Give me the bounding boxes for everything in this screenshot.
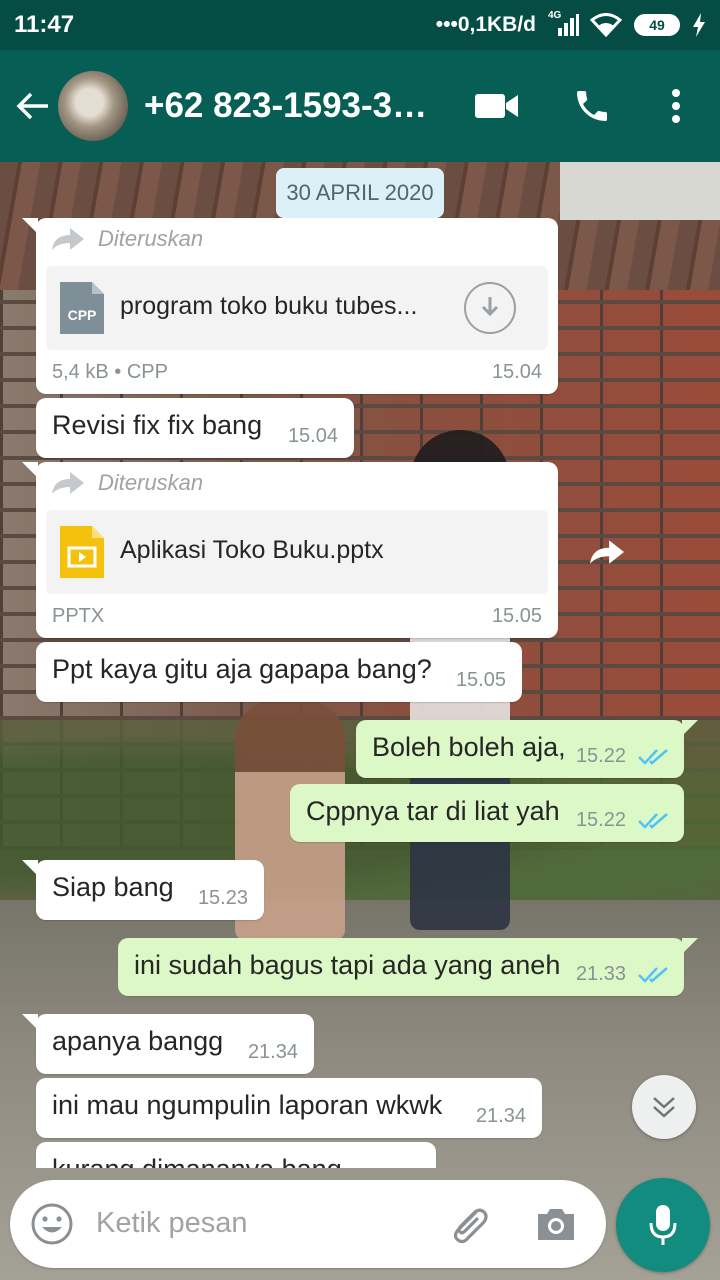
signal-icon: 4G (548, 10, 579, 36)
network-speed: •••0,1KB/d (435, 13, 536, 36)
more-icon (672, 89, 680, 123)
file-name: program toko buku tubes... (120, 292, 418, 320)
network-type-label: 4G (548, 10, 562, 21)
camera-icon[interactable] (534, 1202, 578, 1246)
message-text: apanya bangg (52, 1026, 224, 1056)
message-bubble-sent[interactable]: ini sudah bagus tapi ada yang aneh 21.33 (118, 938, 698, 996)
download-button[interactable] (464, 282, 516, 334)
message-text: kurang dimananya bang (52, 1154, 342, 1168)
forwarded-icon (52, 228, 84, 250)
more-options-button[interactable] (656, 50, 696, 162)
message-time: 15.23 (197, 887, 248, 909)
share-forward-icon (590, 540, 624, 564)
message-bubble-sent[interactable]: Cppnya tar di liat yah 15.22 (290, 784, 684, 842)
file-meta: 5,4 kB • CPP (52, 361, 168, 383)
message-composer: Ketik pesan (10, 1180, 606, 1268)
microphone-icon (649, 1205, 677, 1245)
message-text: Siap bang (52, 872, 174, 902)
contact-avatar[interactable] (58, 71, 128, 141)
message-time: 15.04 (287, 425, 338, 447)
read-receipt-icon (638, 813, 668, 829)
forwarded-label: Diteruskan (52, 470, 203, 496)
message-bubble[interactable]: Ppt kaya gitu aja gapapa bang? 15.05 (36, 642, 522, 702)
message-bubble[interactable]: Siap bang 15.23 (22, 860, 264, 920)
battery-icon: 49 (634, 14, 680, 36)
phone-icon (577, 91, 607, 121)
message-text: ini sudah bagus tapi ada yang aneh (134, 950, 561, 980)
file-attachment[interactable]: Aplikasi Toko Buku.pptx (46, 510, 548, 594)
video-call-icon (475, 94, 518, 118)
forwarded-label: Diteruskan (52, 226, 203, 252)
voice-record-button[interactable] (616, 1178, 710, 1272)
battery-level: 49 (649, 17, 665, 33)
status-indicators: •••0,1KB/d 4G 49 (435, 10, 706, 37)
status-bar: 11:47 •••0,1KB/d 4G 49 (0, 0, 720, 50)
message-time: 15.04 (491, 361, 542, 383)
message-text: Revisi fix fix bang (52, 410, 263, 440)
message-time: 15.22 (575, 809, 626, 831)
file-message-bubble[interactable]: Diteruskan Aplikasi Toko Buku.pptx PPTX … (22, 462, 558, 638)
message-time: 15.22 (575, 745, 626, 767)
file-name: Aplikasi Toko Buku.pptx (120, 536, 384, 564)
message-time: 15.05 (491, 605, 542, 627)
video-call-button[interactable] (470, 50, 524, 162)
message-bubble-sent[interactable]: Boleh boleh aja, 15.22 (356, 720, 698, 778)
message-bubble[interactable]: apanya bangg 21.34 (22, 1014, 314, 1074)
message-bubble[interactable]: kurang dimananya bang (36, 1142, 436, 1168)
message-text: Boleh boleh aja, (372, 732, 566, 762)
scroll-to-bottom-button[interactable] (632, 1075, 696, 1139)
date-divider: 30 APRIL 2020 (276, 168, 444, 218)
contact-name[interactable]: +62 823-1593-32… (144, 86, 444, 126)
voice-call-button[interactable] (566, 50, 618, 162)
message-bubble[interactable]: Revisi fix fix bang 15.04 (36, 398, 354, 458)
date-divider-label: 30 APRIL 2020 (286, 180, 434, 205)
message-text: ini mau ngumpulin laporan wkwk (52, 1090, 443, 1120)
message-list[interactable]: 30 APRIL 2020 Diteruskan CPP program tok… (0, 162, 720, 1168)
emoji-icon[interactable] (30, 1202, 74, 1246)
message-input[interactable]: Ketik pesan (96, 1207, 248, 1240)
message-time: 21.34 (247, 1041, 298, 1063)
attach-icon[interactable] (446, 1202, 492, 1246)
slides-file-icon (60, 526, 104, 578)
message-text: Ppt kaya gitu aja gapapa bang? (52, 654, 432, 684)
cpp-file-icon: CPP (60, 282, 104, 334)
read-receipt-icon (638, 967, 668, 983)
message-text: Cppnya tar di liat yah (306, 796, 560, 826)
message-time: 15.05 (455, 669, 506, 691)
file-attachment[interactable]: CPP program toko buku tubes... (46, 266, 548, 350)
svg-text:CPP: CPP (68, 307, 97, 323)
read-receipt-icon (638, 749, 668, 765)
double-chevron-down-icon (653, 1097, 675, 1118)
charging-icon (693, 13, 705, 37)
forwarded-icon (52, 472, 84, 494)
download-icon (481, 297, 499, 317)
message-bubble[interactable]: ini mau ngumpulin laporan wkwk 21.34 (36, 1078, 542, 1138)
message-time: 21.34 (475, 1105, 526, 1127)
file-meta: PPTX (52, 605, 105, 627)
forward-media-button[interactable] (586, 532, 628, 572)
wifi-icon (590, 13, 622, 37)
back-arrow-icon (16, 92, 48, 120)
status-time: 11:47 (14, 11, 75, 38)
message-time: 21.33 (575, 963, 626, 985)
back-button[interactable] (8, 50, 58, 162)
file-message-bubble[interactable]: Diteruskan CPP program toko buku tubes..… (22, 218, 558, 394)
